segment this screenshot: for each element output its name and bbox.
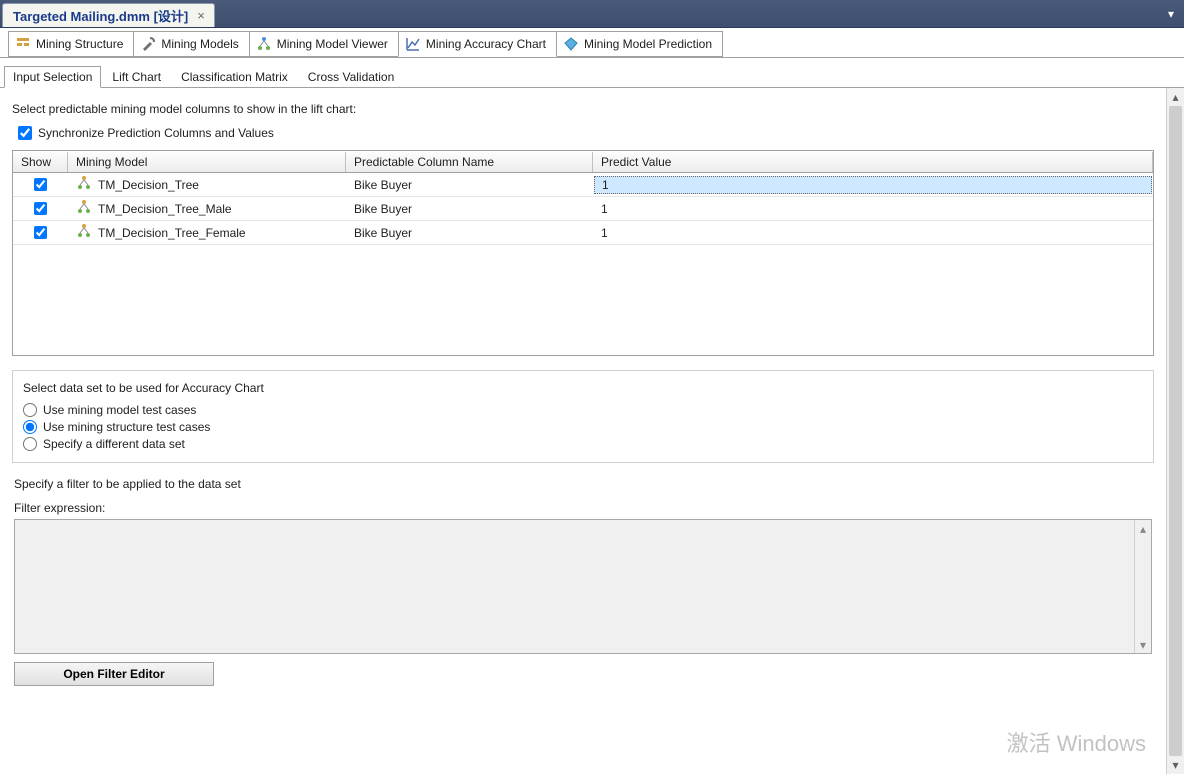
val-col[interactable]: 1 (593, 200, 1153, 218)
open-filter-editor-button[interactable]: Open Filter Editor (14, 662, 214, 686)
models-grid: Show Mining Model Predictable Column Nam… (12, 150, 1154, 356)
model-name: TM_Decision_Tree_Female (98, 226, 246, 240)
tab-label: Mining Model Viewer (277, 37, 388, 51)
row-show-checkbox[interactable] (34, 202, 47, 215)
main-scrollbar[interactable]: ▴ ▾ (1166, 88, 1184, 774)
col-header-model[interactable]: Mining Model (68, 152, 346, 172)
instruction-text: Select predictable mining model columns … (12, 102, 1154, 116)
filter-expression-label: Filter expression: (14, 501, 1152, 515)
pred-col[interactable]: Bike Buyer (346, 176, 593, 194)
scroll-thumb[interactable] (1169, 106, 1182, 756)
sub-tab-input-selection[interactable]: Input Selection (4, 66, 101, 88)
sub-tab-classification-matrix[interactable]: Classification Matrix (172, 66, 297, 87)
pickaxe-icon (140, 36, 156, 52)
tab-label: Mining Accuracy Chart (426, 37, 546, 51)
radio-structure-test-cases[interactable]: Use mining structure test cases (23, 420, 1143, 434)
tab-mining-accuracy-chart[interactable]: Mining Accuracy Chart (398, 31, 557, 57)
dataset-section-title: Select data set to be used for Accuracy … (23, 381, 1143, 395)
col-header-pred[interactable]: Predictable Column Name (346, 152, 593, 172)
filter-section-title: Specify a filter to be applied to the da… (14, 477, 1152, 491)
sub-tab-bar: Input Selection Lift Chart Classificatio… (0, 64, 1184, 88)
tab-dropdown-icon[interactable]: ▾ (1158, 3, 1184, 27)
filter-section: Specify a filter to be applied to the da… (12, 471, 1154, 686)
tab-label: Mining Models (161, 37, 238, 51)
chart-icon (405, 36, 421, 52)
close-icon[interactable]: × (194, 8, 208, 23)
sync-checkbox-label: Synchronize Prediction Columns and Value… (38, 126, 274, 140)
model-tree-icon (76, 223, 92, 242)
grid-row[interactable]: TM_Decision_Tree_Female Bike Buyer 1 (13, 221, 1153, 245)
model-name: TM_Decision_Tree (98, 178, 199, 192)
tab-mining-model-prediction[interactable]: Mining Model Prediction (556, 31, 723, 57)
sub-tab-cross-validation[interactable]: Cross Validation (299, 66, 403, 87)
sync-checkbox[interactable] (18, 126, 32, 140)
diamond-icon (563, 36, 579, 52)
radio-input[interactable] (23, 420, 37, 434)
document-tab-title: Targeted Mailing.dmm [设计] (13, 6, 188, 25)
filter-scrollbar[interactable]: ▴ ▾ (1134, 520, 1151, 653)
tree-icon (256, 36, 272, 52)
model-tree-icon (76, 175, 92, 194)
designer-tab-bar: Mining Structure Mining Models Mining Mo… (0, 28, 1184, 58)
content-pane: Select predictable mining model columns … (0, 88, 1166, 774)
radio-input[interactable] (23, 403, 37, 417)
row-show-checkbox[interactable] (34, 178, 47, 191)
scroll-down-icon[interactable]: ▾ (1135, 636, 1151, 653)
filter-expression-box[interactable]: ▴ ▾ (14, 519, 1152, 654)
radio-different-dataset[interactable]: Specify a different data set (23, 437, 1143, 451)
tab-mining-structure[interactable]: Mining Structure (8, 31, 134, 57)
grid-header: Show Mining Model Predictable Column Nam… (13, 151, 1153, 173)
grid-empty-area (13, 245, 1153, 355)
col-header-show[interactable]: Show (13, 152, 68, 172)
radio-input[interactable] (23, 437, 37, 451)
scroll-down-icon[interactable]: ▾ (1167, 756, 1184, 774)
tab-label: Mining Model Prediction (584, 37, 712, 51)
sync-checkbox-row[interactable]: Synchronize Prediction Columns and Value… (18, 126, 1148, 140)
scroll-up-icon[interactable]: ▴ (1167, 88, 1184, 106)
scroll-track[interactable] (1135, 537, 1151, 636)
val-col[interactable]: 1 (594, 176, 1152, 194)
model-name: TM_Decision_Tree_Male (98, 202, 232, 216)
pred-col[interactable]: Bike Buyer (346, 224, 593, 242)
dataset-section: Select data set to be used for Accuracy … (12, 370, 1154, 463)
grid-row[interactable]: TM_Decision_Tree_Male Bike Buyer 1 (13, 197, 1153, 221)
scroll-track[interactable] (1167, 106, 1184, 756)
structure-icon (15, 36, 31, 52)
pred-col[interactable]: Bike Buyer (346, 200, 593, 218)
row-show-checkbox[interactable] (34, 226, 47, 239)
model-tree-icon (76, 199, 92, 218)
scroll-up-icon[interactable]: ▴ (1135, 520, 1151, 537)
tab-mining-model-viewer[interactable]: Mining Model Viewer (249, 31, 399, 57)
val-col[interactable]: 1 (593, 224, 1153, 242)
tab-mining-models[interactable]: Mining Models (133, 31, 249, 57)
radio-model-test-cases[interactable]: Use mining model test cases (23, 403, 1143, 417)
col-header-val[interactable]: Predict Value (593, 152, 1153, 172)
document-tab-bar: Targeted Mailing.dmm [设计] × ▾ (0, 0, 1184, 28)
sub-tab-lift-chart[interactable]: Lift Chart (103, 66, 170, 87)
document-tab[interactable]: Targeted Mailing.dmm [设计] × (2, 3, 215, 27)
grid-row[interactable]: TM_Decision_Tree Bike Buyer 1 (13, 173, 1153, 197)
tab-label: Mining Structure (36, 37, 123, 51)
